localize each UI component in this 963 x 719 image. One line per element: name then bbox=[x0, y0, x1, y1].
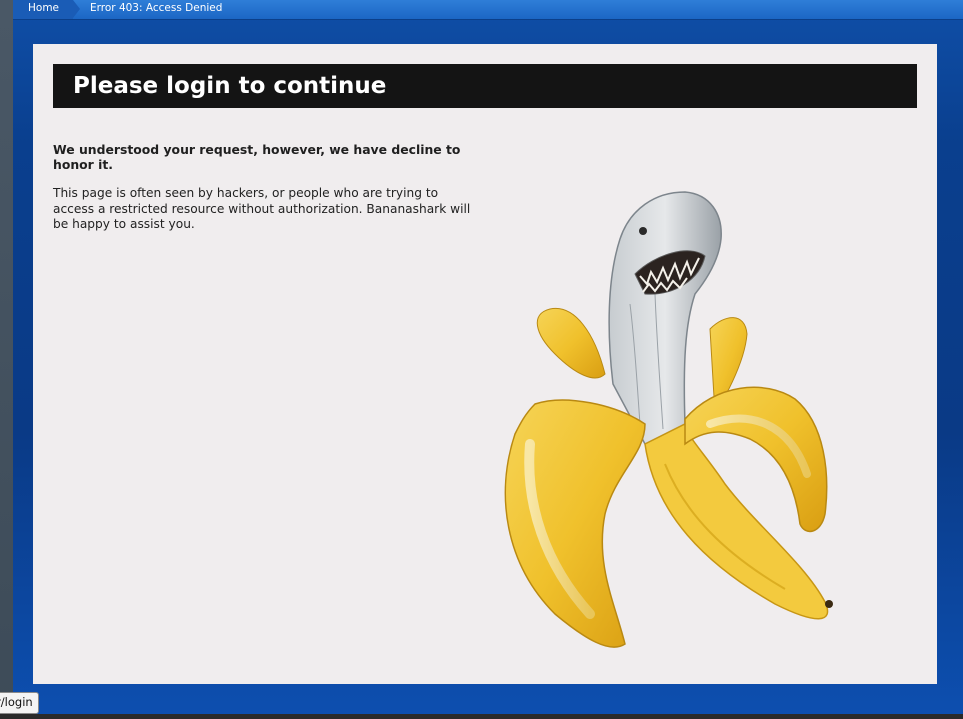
lead-text: We understood your request, however, we … bbox=[53, 142, 461, 172]
status-url-tooltip: er/login bbox=[0, 692, 39, 714]
content-panel: Please login to continue We understood y… bbox=[33, 44, 937, 684]
status-url-text: er/login bbox=[0, 695, 33, 709]
shark-eye bbox=[639, 227, 647, 235]
title-bar: Please login to continue bbox=[53, 64, 917, 108]
window-bottom-edge bbox=[0, 714, 963, 719]
banana-tip bbox=[825, 600, 833, 608]
breadcrumb-home-link[interactable]: Home bbox=[13, 0, 81, 19]
bananashark-illustration bbox=[495, 184, 845, 654]
breadcrumb-current: Error 403: Access Denied bbox=[90, 2, 223, 14]
window-left-edge bbox=[0, 0, 13, 719]
page-title: Please login to continue bbox=[73, 73, 387, 99]
breadcrumb: Home Error 403: Access Denied bbox=[13, 0, 963, 20]
body-text: This page is often seen by hackers, or p… bbox=[53, 186, 471, 231]
